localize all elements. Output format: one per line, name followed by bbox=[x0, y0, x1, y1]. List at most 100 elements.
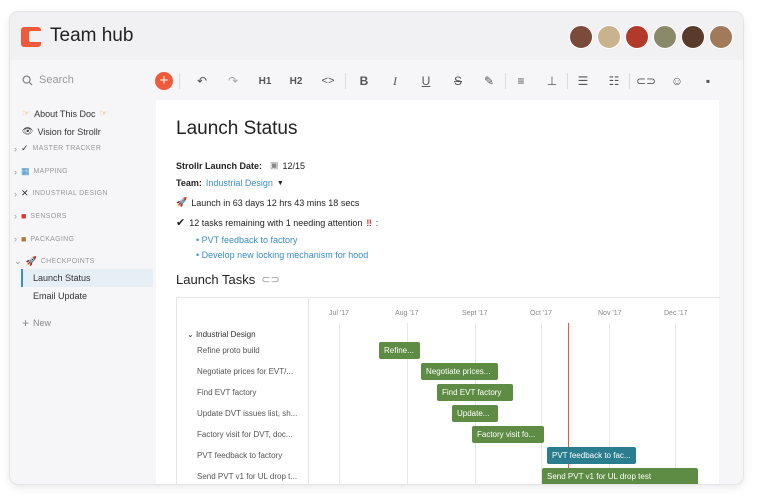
new-label: New bbox=[33, 318, 52, 328]
gantt-row-label[interactable]: Negotiate prices for EVT/... bbox=[197, 367, 293, 376]
bullet-item[interactable]: • Develop new locking mechanism for hood bbox=[196, 250, 368, 260]
collaborator-avatars bbox=[569, 25, 733, 49]
avatar[interactable] bbox=[653, 25, 677, 49]
eye-icon: 👁 bbox=[22, 126, 34, 136]
bullet-link[interactable]: Develop new locking mechanism for hood bbox=[202, 250, 369, 260]
gantt-month-label: Oct '17 bbox=[530, 310, 552, 317]
gantt-group-label: Industrial Design bbox=[195, 330, 256, 339]
toolbar-divider bbox=[345, 73, 346, 89]
underline-button[interactable]: U bbox=[414, 71, 438, 91]
search-box[interactable]: Search bbox=[22, 74, 74, 86]
checkmark-icon: ✔ bbox=[176, 217, 186, 229]
sidebar-item-industrial-design[interactable]: › ✕ INDUSTRIAL DESIGN bbox=[14, 188, 108, 199]
exclamation-icon: ‼ bbox=[366, 217, 372, 228]
gantt-gridline bbox=[339, 323, 340, 484]
gantt-bar[interactable]: PVT feedback to fac... bbox=[547, 447, 636, 464]
sidebar-item-email-update[interactable]: Email Update bbox=[33, 291, 87, 301]
sidebar-item-label: Vision for Strollr bbox=[37, 126, 101, 137]
gantt-bar[interactable]: Send PVT v1 for UL drop test bbox=[542, 468, 698, 484]
sidebar-item-checkpoints[interactable]: ⌄ 🚀 CHECKPOINTS bbox=[14, 256, 95, 267]
sidebar-item-vision[interactable]: 👁 Vision for Strollr bbox=[22, 126, 101, 137]
sidebar-item-packaging[interactable]: › ■ PACKAGING bbox=[14, 234, 74, 244]
sidebar-item-label: Launch Status bbox=[33, 273, 91, 283]
avatar[interactable] bbox=[625, 25, 649, 49]
page-title[interactable]: Launch Status bbox=[176, 118, 297, 140]
formatting-toolbar: ↶ ↷ H1 H2 <> B I U S ✎ ≡ ⊥ ☰ ☷ ⊂⊃ ☺ ▪ bbox=[155, 67, 743, 95]
align-bottom-icon[interactable]: ⊥ bbox=[540, 71, 564, 91]
gantt-row-label[interactable]: Update DVT issues list, sh... bbox=[197, 409, 297, 418]
chevron-right-icon: › bbox=[14, 211, 17, 221]
sidebar-section-label: INDUSTRIAL DESIGN bbox=[32, 190, 108, 197]
rocket-icon: 🚀 bbox=[25, 256, 37, 266]
toolbar-divider bbox=[179, 73, 180, 89]
comment-icon[interactable]: ▪ bbox=[696, 71, 720, 91]
emoji-icon[interactable]: ☺ bbox=[665, 71, 689, 91]
gantt-bar[interactable]: Negotiate prices... bbox=[421, 363, 498, 380]
document-page: Launch Status Strollr Launch Date: ▣ 12/… bbox=[156, 100, 720, 484]
gantt-group-row[interactable]: ⌄ Industrial Design bbox=[187, 330, 256, 339]
align-left-icon[interactable]: ≡ bbox=[509, 71, 533, 91]
avatar[interactable] bbox=[709, 25, 733, 49]
tasks-heading: Launch Tasks ⊂⊃ bbox=[176, 272, 280, 287]
sidebar-section-label: CHECKPOINTS bbox=[40, 258, 95, 265]
gantt-bar[interactable]: Factory visit fo... bbox=[472, 426, 544, 443]
sidebar-item-master-tracker[interactable]: › ✓ MASTER TRACKER bbox=[14, 143, 101, 154]
toolbar-divider bbox=[629, 73, 630, 89]
italic-button[interactable]: I bbox=[383, 71, 407, 91]
strikethrough-button[interactable]: S bbox=[446, 71, 470, 91]
gantt-month-label: Aug '17 bbox=[395, 310, 419, 317]
toolbar-divider bbox=[505, 73, 506, 89]
sidebar-section-label: PACKAGING bbox=[30, 235, 75, 243]
plus-icon: + bbox=[22, 316, 30, 330]
bullet-item[interactable]: • PVT feedback to factory bbox=[196, 235, 298, 245]
redo-icon[interactable]: ↷ bbox=[221, 71, 245, 91]
sidebar-item-sensors[interactable]: › ■ SENSORS bbox=[14, 211, 67, 221]
gantt-gridline bbox=[675, 323, 676, 484]
link-icon[interactable]: ⊂⊃ bbox=[634, 71, 658, 91]
search-placeholder: Search bbox=[39, 74, 74, 86]
app-header: Team hub bbox=[10, 12, 743, 60]
code-button[interactable]: <> bbox=[316, 71, 340, 91]
new-page-button[interactable]: + New bbox=[22, 316, 51, 330]
bullet-link[interactable]: PVT feedback to factory bbox=[202, 235, 298, 245]
avatar[interactable] bbox=[569, 25, 593, 49]
sidebar-item-mapping[interactable]: › ▦ MAPPING bbox=[14, 166, 68, 177]
gantt-gridline bbox=[541, 323, 542, 484]
point-down-icon: ☞ bbox=[99, 108, 108, 118]
gantt-month-label: Nov '17 bbox=[598, 310, 622, 317]
gantt-bar[interactable]: Refine... bbox=[379, 342, 420, 359]
undo-icon[interactable]: ↶ bbox=[190, 71, 214, 91]
toolbar-divider bbox=[567, 73, 568, 89]
sidebar-item-about[interactable]: ☞ About This Doc ☞ bbox=[22, 108, 108, 119]
numbered-list-icon[interactable]: ☷ bbox=[602, 71, 626, 91]
sidebar-item-launch-status[interactable]: Launch Status bbox=[21, 269, 153, 287]
heading2-button[interactable]: H2 bbox=[284, 71, 308, 91]
avatar[interactable] bbox=[681, 25, 705, 49]
package-icon: ■ bbox=[21, 234, 27, 244]
launch-date-value[interactable]: 12/15 bbox=[283, 161, 306, 171]
gantt-month-label: Sept '17 bbox=[462, 310, 488, 317]
sidebar-section-label: MASTER TRACKER bbox=[32, 145, 102, 152]
colon-text: : bbox=[375, 217, 379, 228]
remaining-text: 12 tasks remaining with 1 needing attent… bbox=[189, 217, 363, 228]
sidebar-item-label: About This Doc bbox=[34, 108, 96, 119]
bullet-list-icon[interactable]: ☰ bbox=[571, 71, 595, 91]
countdown-text: Launch in 63 days 12 hrs 43 mins 18 secs bbox=[191, 197, 360, 208]
gantt-row-label[interactable]: PVT feedback to factory bbox=[197, 451, 282, 460]
gantt-bar[interactable]: Update... bbox=[452, 405, 498, 422]
caret-down-icon[interactable]: ▼ bbox=[277, 180, 284, 187]
avatar[interactable] bbox=[597, 25, 621, 49]
gantt-row-label[interactable]: Send PVT v1 for UL drop t... bbox=[197, 472, 297, 481]
chevron-down-icon: ⌄ bbox=[187, 330, 194, 339]
sidebar-section-label: SENSORS bbox=[30, 212, 67, 220]
gantt-month-label: Dec '17 bbox=[664, 310, 688, 317]
gantt-row-label[interactable]: Factory visit for DVT, doc... bbox=[197, 430, 293, 439]
link-icon[interactable]: ⊂⊃ bbox=[261, 273, 279, 286]
gantt-row-label[interactable]: Refine proto build bbox=[197, 346, 260, 355]
bold-button[interactable]: B bbox=[352, 71, 376, 91]
team-dropdown-value[interactable]: Industrial Design bbox=[206, 178, 273, 188]
heading1-button[interactable]: H1 bbox=[253, 71, 277, 91]
gantt-bar[interactable]: Find EVT factory bbox=[437, 384, 513, 401]
highlight-icon[interactable]: ✎ bbox=[477, 71, 501, 91]
gantt-row-label[interactable]: Find EVT factory bbox=[197, 388, 256, 397]
